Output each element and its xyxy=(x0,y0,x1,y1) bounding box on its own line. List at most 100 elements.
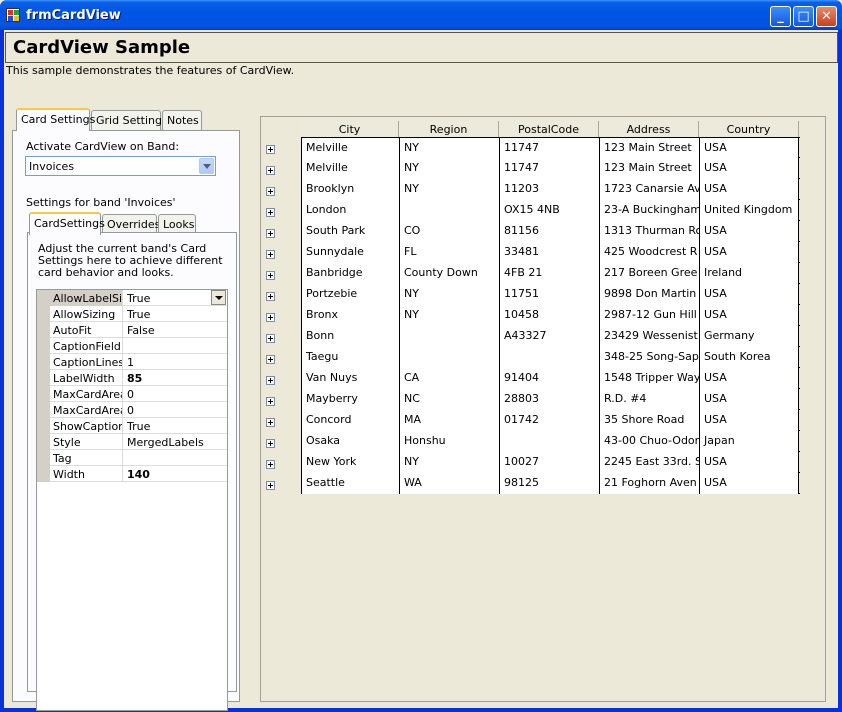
table-cell[interactable]: Melville xyxy=(301,158,399,179)
table-cell[interactable]: 98125 xyxy=(499,473,599,494)
tab-overrides[interactable]: Overrides xyxy=(102,214,160,234)
chevron-down-icon[interactable] xyxy=(211,290,226,305)
table-cell[interactable]: USA xyxy=(699,368,799,389)
property-row[interactable]: AllowSizing True xyxy=(37,306,227,322)
table-cell[interactable]: 1313 Thurman Ro xyxy=(599,221,699,242)
property-value[interactable]: 0 xyxy=(124,402,227,418)
tab-cardsettings[interactable]: CardSettings xyxy=(29,212,105,235)
table-cell[interactable] xyxy=(399,347,499,368)
table-cell[interactable]: 2987-12 Gun Hill xyxy=(599,305,699,326)
table-row[interactable]: Banbridge County Down 4FB 21 217 Boreen Gre… xyxy=(301,263,800,284)
property-row[interactable]: ShowCaption True xyxy=(37,418,227,434)
table-cell[interactable]: USA xyxy=(699,452,799,473)
tab-notes[interactable]: Notes xyxy=(162,110,202,130)
table-row[interactable]: Taegu 348-25 Song-Sap South Korea xyxy=(301,347,800,368)
table-cell[interactable]: Honshu xyxy=(399,431,499,452)
header-address[interactable]: Address xyxy=(599,121,699,138)
expand-icon[interactable] xyxy=(266,166,275,175)
tab-card-settings[interactable]: Card Settings xyxy=(16,108,95,131)
table-row[interactable]: Brooklyn NY 11203 1723 Canarsie Av USA xyxy=(301,179,800,200)
table-cell[interactable]: USA xyxy=(699,284,799,305)
property-row[interactable]: MaxCardAreaR0 xyxy=(37,402,227,418)
table-cell[interactable]: Seattle xyxy=(301,473,399,494)
table-row[interactable]: Melville NY 11747 123 Main Street USA xyxy=(301,137,800,159)
table-cell[interactable]: USA xyxy=(699,305,799,326)
table-cell[interactable]: Bronx xyxy=(301,305,399,326)
table-row[interactable]: Van Nuys CA 91404 1548 Tripper Way USA xyxy=(301,368,800,389)
table-row[interactable]: Sunnydale FL 33481 425 Woodcrest R USA xyxy=(301,242,800,263)
table-cell[interactable]: A43327 xyxy=(499,326,599,347)
table-cell[interactable]: 10458 xyxy=(499,305,599,326)
table-cell[interactable]: South Korea xyxy=(699,347,799,368)
table-cell[interactable]: 2245 East 33rd. S xyxy=(599,452,699,473)
table-cell[interactable]: NY xyxy=(399,284,499,305)
expand-icon[interactable] xyxy=(266,334,275,343)
expand-icon[interactable] xyxy=(266,397,275,406)
table-cell[interactable]: 11751 xyxy=(499,284,599,305)
table-cell[interactable]: CA xyxy=(399,368,499,389)
table-cell[interactable]: Concord xyxy=(301,410,399,431)
table-cell[interactable]: 217 Boreen Gree xyxy=(599,263,699,284)
header-postalcode[interactable]: PostalCode xyxy=(499,121,599,138)
property-row[interactable]: CaptionField xyxy=(37,338,227,354)
table-row[interactable]: Portzebie NY 11751 9898 Don Martin USA xyxy=(301,284,800,305)
table-cell[interactable]: USA xyxy=(699,138,799,159)
minimize-button[interactable]: _ xyxy=(770,6,791,27)
property-value[interactable]: 0 xyxy=(124,386,227,402)
table-cell[interactable]: NY xyxy=(399,305,499,326)
table-cell[interactable]: USA xyxy=(699,410,799,431)
expand-icon[interactable] xyxy=(266,376,275,385)
table-cell[interactable]: USA xyxy=(699,221,799,242)
expand-icon[interactable] xyxy=(266,229,275,238)
table-cell[interactable]: Sunnydale xyxy=(301,242,399,263)
table-cell[interactable]: 425 Woodcrest R xyxy=(599,242,699,263)
band-combo[interactable]: Invoices xyxy=(25,156,216,176)
property-value[interactable] xyxy=(124,450,227,466)
table-cell[interactable]: 9898 Don Martin xyxy=(599,284,699,305)
table-cell[interactable] xyxy=(399,200,499,221)
table-cell[interactable]: NY xyxy=(399,138,499,159)
table-cell[interactable]: 10027 xyxy=(499,452,599,473)
property-value[interactable]: True xyxy=(124,418,227,434)
table-cell[interactable]: USA xyxy=(699,158,799,179)
table-cell[interactable]: Taegu xyxy=(301,347,399,368)
property-value[interactable]: False xyxy=(124,322,227,338)
table-cell[interactable]: NC xyxy=(399,389,499,410)
property-value[interactable]: MergedLabels xyxy=(124,434,227,450)
table-cell[interactable]: 35 Shore Road xyxy=(599,410,699,431)
header-country[interactable]: Country xyxy=(699,121,799,138)
expand-icon[interactable] xyxy=(266,313,275,322)
property-row[interactable]: AutoFit False xyxy=(37,322,227,338)
property-value[interactable]: True xyxy=(124,306,227,322)
table-cell[interactable]: Osaka xyxy=(301,431,399,452)
table-cell[interactable]: Melville xyxy=(301,138,399,159)
table-cell[interactable]: 28803 xyxy=(499,389,599,410)
table-row[interactable]: Osaka Honshu 43-00 Chuo-Odori Japan xyxy=(301,431,800,452)
table-cell[interactable]: United Kingdom xyxy=(699,200,799,221)
maximize-button[interactable]: □ xyxy=(793,6,814,27)
expand-icon[interactable] xyxy=(266,355,275,364)
table-cell[interactable]: 4FB 21 xyxy=(499,263,599,284)
table-cell[interactable]: 01742 xyxy=(499,410,599,431)
table-row[interactable]: Bonn A43327 23429 Wessenist Germany xyxy=(301,326,800,347)
table-cell[interactable]: 23-A Buckingham xyxy=(599,200,699,221)
table-cell[interactable]: New York xyxy=(301,452,399,473)
table-row[interactable]: Mayberry NC 28803 R.D. #4 USA xyxy=(301,389,800,410)
table-row[interactable]: Bronx NY 10458 2987-12 Gun Hill USA xyxy=(301,305,800,326)
table-cell[interactable]: 1548 Tripper Way xyxy=(599,368,699,389)
property-value[interactable]: 140 xyxy=(124,466,227,482)
table-cell[interactable]: Portzebie xyxy=(301,284,399,305)
property-row[interactable]: Style MergedLabels xyxy=(37,434,227,450)
table-cell[interactable] xyxy=(399,326,499,347)
table-cell[interactable]: Brooklyn xyxy=(301,179,399,200)
expand-icon[interactable] xyxy=(266,439,275,448)
table-cell[interactable]: Banbridge xyxy=(301,263,399,284)
table-cell[interactable]: NY xyxy=(399,179,499,200)
table-row[interactable]: Concord MA 01742 35 Shore Road USA xyxy=(301,410,800,431)
chevron-down-icon[interactable] xyxy=(199,158,214,174)
table-cell[interactable]: Ireland xyxy=(699,263,799,284)
header-city[interactable]: City xyxy=(301,121,399,138)
table-cell[interactable]: R.D. #4 xyxy=(599,389,699,410)
expand-icon[interactable] xyxy=(266,292,275,301)
expand-icon[interactable] xyxy=(266,145,275,154)
